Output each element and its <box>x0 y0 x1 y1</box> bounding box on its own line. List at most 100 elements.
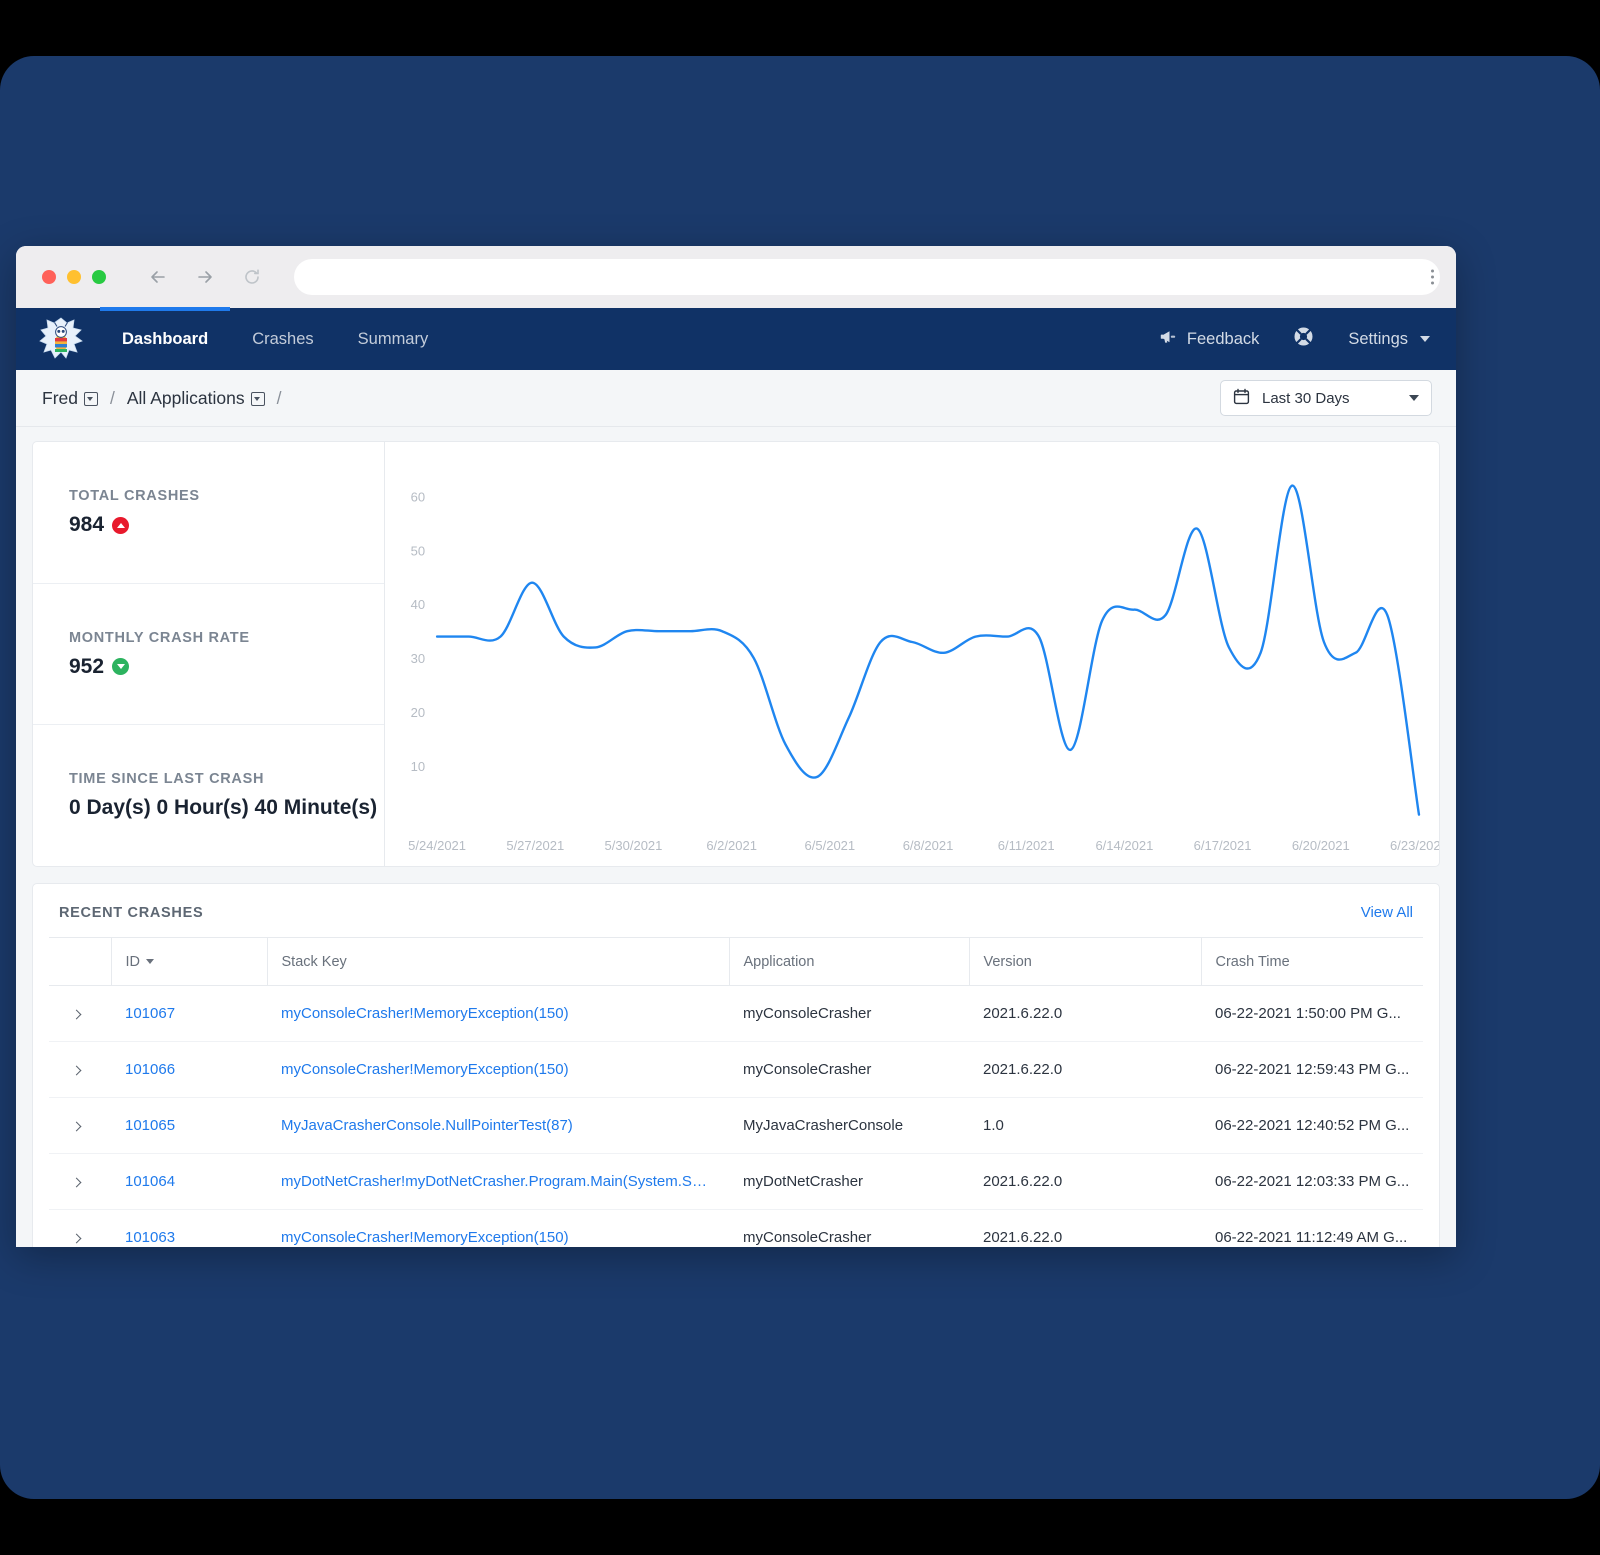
chevron-right-icon[interactable] <box>71 1233 82 1244</box>
row-id-cell: 101066 <box>111 1041 267 1098</box>
recent-crashes-table: ID Stack Key Application Version Crash T… <box>49 937 1423 1247</box>
account-dropdown-icon[interactable] <box>83 392 98 406</box>
minimize-window-button[interactable] <box>67 270 81 284</box>
help-button[interactable] <box>1293 326 1314 352</box>
column-id[interactable]: ID <box>111 937 268 986</box>
row-version-value: 2021.6.22.0 <box>983 1173 1063 1190</box>
stat-time-since-last-crash-value: 0 Day(s) 0 Hour(s) 40 Minute(s) <box>69 796 378 820</box>
row-stack-key-link[interactable]: MyJavaCrasherConsole.NullPointerTest(87) <box>281 1117 573 1134</box>
row-application-cell: myConsoleCrasher <box>729 1210 969 1248</box>
row-expand-cell[interactable] <box>49 1041 111 1098</box>
column-stack-key[interactable]: Stack Key <box>267 937 730 986</box>
recent-crashes-title: RECENT CRASHES <box>59 904 204 921</box>
row-id-cell: 101067 <box>111 985 267 1042</box>
row-application-value: myConsoleCrasher <box>743 1005 872 1022</box>
x-axis-tick-label: 5/30/2021 <box>605 838 663 853</box>
application-dropdown-icon[interactable] <box>250 392 265 406</box>
column-application[interactable]: Application <box>729 937 970 986</box>
row-expand-cell[interactable] <box>49 1097 111 1154</box>
date-range-selector[interactable]: Last 30 Days <box>1220 380 1432 416</box>
row-version-value: 2021.6.22.0 <box>983 1061 1063 1078</box>
row-application-value: myConsoleCrasher <box>743 1229 872 1246</box>
row-crash-time-cell: 06-22-2021 12:59:43 PM G... <box>1201 1041 1423 1098</box>
nav-right-group: Feedback Settings <box>1160 326 1430 352</box>
row-id-link[interactable]: 101066 <box>125 1061 175 1078</box>
stat-monthly-crash-rate: MONTHLY CRASH RATE 952 <box>33 584 384 726</box>
row-id-cell: 101065 <box>111 1097 267 1154</box>
stat-time-since-last-crash-label: TIME SINCE LAST CRASH <box>69 771 265 788</box>
table-row[interactable]: 101067 myConsoleCrasher!MemoryException(1… <box>49 985 1423 1042</box>
row-stack-key-link[interactable]: myDotNetCrasher!myDotNetCrasher.Program.… <box>281 1173 711 1190</box>
column-crash-time[interactable]: Crash Time <box>1201 937 1423 986</box>
breadcrumb-application[interactable]: All Applications <box>127 388 245 409</box>
nav-link-dashboard-label: Dashboard <box>122 329 209 348</box>
breadcrumb-account[interactable]: Fred <box>42 388 78 409</box>
calendar-icon <box>1233 388 1250 409</box>
view-all-link[interactable]: View All <box>1361 904 1413 921</box>
nav-link-summary-label: Summary <box>357 329 429 348</box>
recent-crashes-header: RECENT CRASHES View All <box>49 904 1423 937</box>
settings-dropdown[interactable]: Settings <box>1348 330 1430 349</box>
x-axis-tick-label: 5/27/2021 <box>506 838 564 853</box>
address-bar[interactable] <box>294 259 1440 295</box>
row-stack-key-link[interactable]: myConsoleCrasher!MemoryException(150) <box>281 1061 569 1078</box>
row-stack-key-link[interactable]: myConsoleCrasher!MemoryException(150) <box>281 1005 569 1022</box>
bugsplat-logo-icon[interactable] <box>38 316 84 362</box>
column-crash-time-label: Crash Time <box>1215 953 1290 970</box>
back-icon[interactable] <box>148 267 168 287</box>
row-expand-cell[interactable] <box>49 985 111 1042</box>
nav-link-dashboard[interactable]: Dashboard <box>100 307 231 370</box>
table-row[interactable]: 101064 myDotNetCrasher!myDotNetCrasher.Pr… <box>49 1153 1423 1210</box>
chevron-right-icon[interactable] <box>71 1121 82 1132</box>
address-input[interactable] <box>294 259 1440 295</box>
primary-nav: Dashboard Crashes Summary <box>100 307 451 370</box>
row-expand-cell[interactable] <box>49 1153 111 1210</box>
close-window-button[interactable] <box>42 270 56 284</box>
column-version[interactable]: Version <box>969 937 1202 986</box>
stat-total-crashes: TOTAL CRASHES 984 <box>33 442 384 584</box>
row-version-value: 1.0 <box>983 1117 1004 1134</box>
row-id-link[interactable]: 101063 <box>125 1229 175 1246</box>
table-row[interactable]: 101063 myConsoleCrasher!MemoryException(1… <box>49 1210 1423 1248</box>
y-axis-ticks: 10 20 30 40 50 60 <box>411 489 425 774</box>
row-crash-time-value: 06-22-2021 11:12:49 AM G... <box>1215 1229 1408 1246</box>
chevron-right-icon[interactable] <box>71 1009 82 1020</box>
table-row[interactable]: 101065 MyJavaCrasherConsole.NullPointerTe… <box>49 1097 1423 1154</box>
trend-up-icon <box>112 516 130 534</box>
trend-down-icon <box>112 658 130 676</box>
chevron-right-icon[interactable] <box>71 1177 82 1188</box>
feedback-button[interactable]: Feedback <box>1160 328 1259 351</box>
table-row[interactable]: 101066 myConsoleCrasher!MemoryException(1… <box>49 1041 1423 1098</box>
stat-monthly-crash-rate-value-row: 952 <box>69 655 384 679</box>
nav-link-summary[interactable]: Summary <box>336 308 451 370</box>
row-application-value: myConsoleCrasher <box>743 1061 872 1078</box>
app-body: TOTAL CRASHES 984 MONTHLY CRASH RATE 952… <box>16 427 1456 1247</box>
row-version-value: 2021.6.22.0 <box>983 1005 1063 1022</box>
row-id-link[interactable]: 101067 <box>125 1005 175 1022</box>
row-id-link[interactable]: 101065 <box>125 1117 175 1134</box>
row-crash-time-cell: 06-22-2021 1:50:00 PM G... <box>1201 985 1423 1042</box>
row-stack-key-cell: myConsoleCrasher!MemoryException(150) <box>267 1210 729 1248</box>
row-version-cell: 2021.6.22.0 <box>969 1041 1201 1098</box>
date-range-label: Last 30 Days <box>1262 389 1350 407</box>
maximize-window-button[interactable] <box>92 270 106 284</box>
overview-row: TOTAL CRASHES 984 MONTHLY CRASH RATE 952… <box>32 441 1440 867</box>
row-stack-key-cell: myDotNetCrasher!myDotNetCrasher.Program.… <box>267 1153 729 1210</box>
row-id-link[interactable]: 101064 <box>125 1173 175 1190</box>
row-stack-key-link[interactable]: myConsoleCrasher!MemoryException(150) <box>281 1229 569 1246</box>
recent-crashes-panel: RECENT CRASHES View All ID Stack Key App… <box>32 883 1440 1247</box>
row-crash-time-cell: 06-22-2021 12:03:33 PM G... <box>1201 1153 1423 1210</box>
row-expand-cell[interactable] <box>49 1210 111 1248</box>
row-stack-key-cell: myConsoleCrasher!MemoryException(150) <box>267 985 729 1042</box>
y-axis-tick-label: 30 <box>411 651 425 666</box>
column-id-label: ID <box>125 953 141 970</box>
nav-link-crashes[interactable]: Crashes <box>230 308 335 370</box>
lifebuoy-icon <box>1293 326 1314 352</box>
chevron-right-icon[interactable] <box>71 1065 82 1076</box>
nav-link-crashes-label: Crashes <box>252 329 314 348</box>
kebab-menu-icon[interactable] <box>1431 269 1434 285</box>
row-crash-time-value: 06-22-2021 12:03:33 PM G... <box>1215 1173 1410 1190</box>
reload-icon[interactable] <box>242 267 262 287</box>
row-application-value: myDotNetCrasher <box>743 1173 864 1190</box>
forward-icon[interactable] <box>195 267 215 287</box>
